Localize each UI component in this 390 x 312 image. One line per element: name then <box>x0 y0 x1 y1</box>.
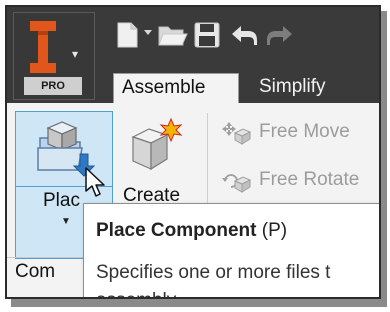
free-rotate-icon <box>222 174 251 193</box>
create-component-button[interactable] <box>125 117 185 177</box>
undo-icon[interactable] <box>229 21 259 49</box>
tab-simplify[interactable]: Simplify <box>251 73 361 103</box>
save-icon[interactable] <box>193 21 221 49</box>
tab-assemble[interactable]: Assemble <box>113 73 239 103</box>
tab-simplify-label: Simplify <box>259 76 326 97</box>
free-rotate-command[interactable]: Free Rotate <box>217 167 377 195</box>
free-move-icon <box>222 122 251 145</box>
redo-icon[interactable] <box>265 21 295 49</box>
place-button-label: Plac <box>43 190 80 211</box>
logo-pro-badge: PRO <box>24 77 82 95</box>
tooltip-description: Specifies one or more files t <box>96 262 331 283</box>
logo-dropdown-icon: ▾ <box>72 47 79 61</box>
free-move-label: Free Move <box>259 121 350 142</box>
window-shadow-bottom <box>11 299 385 307</box>
app-logo-button[interactable]: ▾ PRO <box>13 12 95 100</box>
new-icon[interactable] <box>115 21 141 49</box>
create-component-icon <box>131 117 183 171</box>
place-component-tooltip: Place Component (P) Specifies one or mor… <box>83 203 379 297</box>
tooltip-shortcut: (P) <box>256 220 288 241</box>
tab-assemble-label: Assemble <box>122 77 206 98</box>
mouse-cursor-icon <box>85 167 105 197</box>
window-shadow-right <box>381 11 387 307</box>
tooltip-command-name: Place Component <box>96 220 257 241</box>
place-dropdown-icon[interactable]: ▼ <box>61 216 71 227</box>
app-logo-icon <box>30 21 56 73</box>
free-rotate-label: Free Rotate <box>259 169 360 190</box>
app-window: Assemble Simplify ▾ PRO Plac ▼ Create Fr… <box>5 5 381 299</box>
new-dropdown-icon[interactable] <box>143 29 153 57</box>
panel-title-component[interactable]: Com <box>15 261 55 283</box>
free-move-command[interactable]: Free Move <box>217 119 377 147</box>
tooltip-description-continued: assembly <box>96 290 176 297</box>
tooltip-title: Place Component (P) <box>96 220 287 242</box>
open-icon[interactable] <box>157 21 189 49</box>
